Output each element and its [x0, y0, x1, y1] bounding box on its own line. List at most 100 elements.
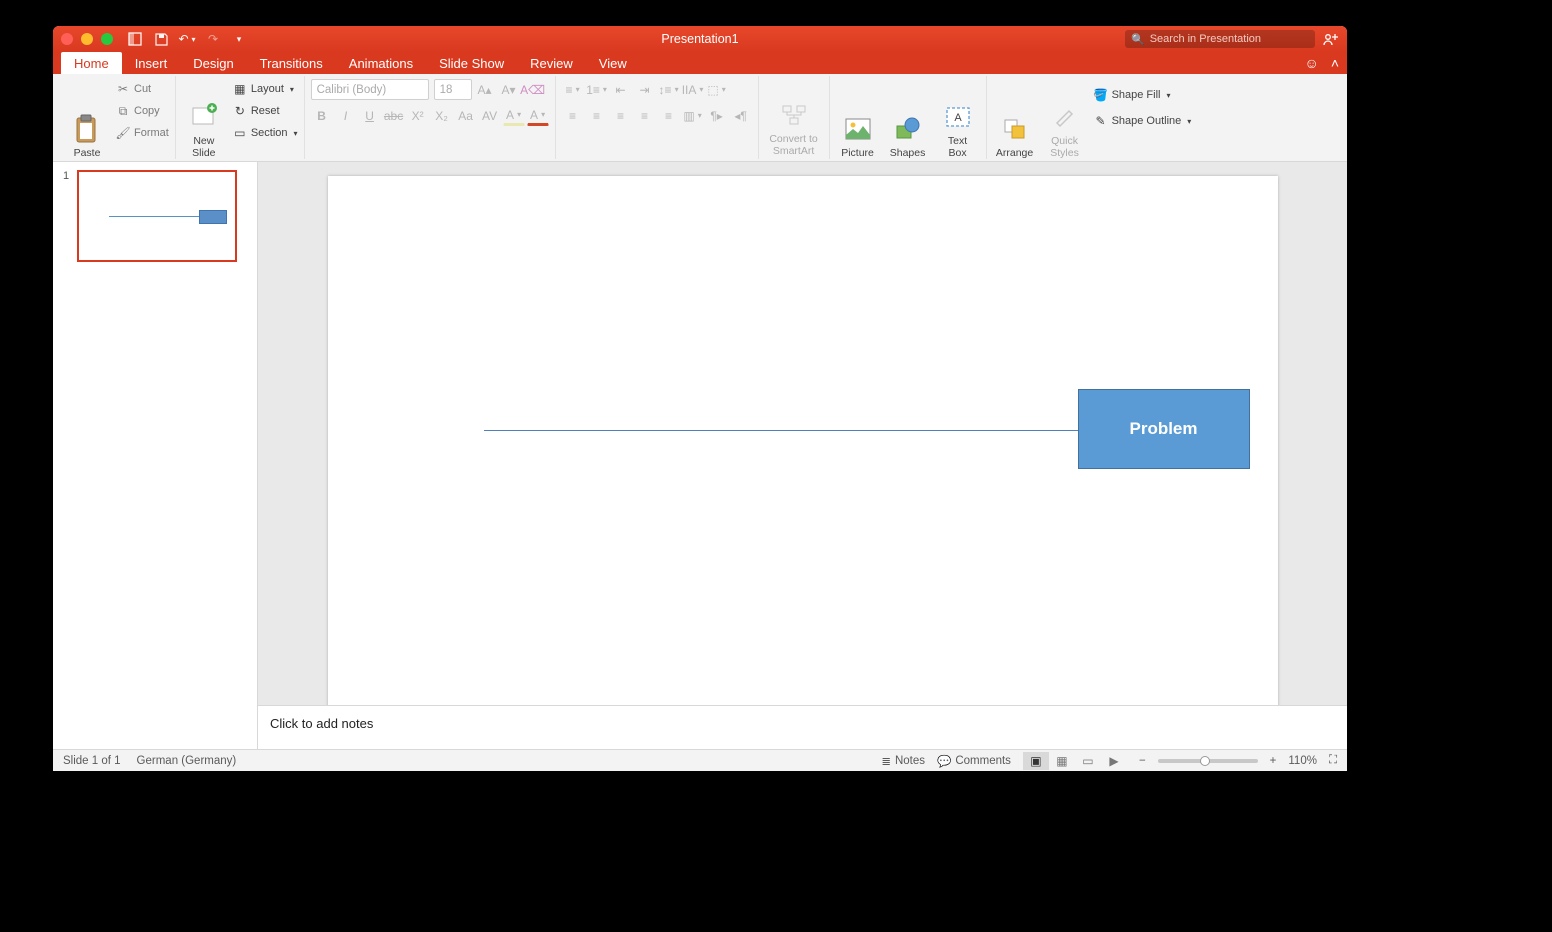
emoji-icon[interactable]: ☺: [1305, 55, 1319, 71]
shape-text: Problem: [1129, 419, 1197, 439]
align-center-icon[interactable]: ≡: [586, 105, 608, 126]
tab-transitions[interactable]: Transitions: [247, 52, 336, 74]
group-clipboard: Paste ✂Cut ⧉Copy 🖌Format: [59, 76, 176, 159]
ribbon: Paste ✂Cut ⧉Copy 🖌Format New Slide ▦Layo…: [53, 74, 1347, 162]
search-input[interactable]: 🔍 Search in Presentation: [1125, 30, 1315, 48]
new-slide-button[interactable]: New Slide: [182, 79, 226, 159]
comments-label: Comments: [955, 755, 1011, 767]
paste-button[interactable]: Paste: [65, 79, 109, 159]
thumbnail-number: 1: [63, 170, 71, 262]
subscript-icon[interactable]: X₂: [431, 105, 453, 126]
shapes-button[interactable]: Shapes: [886, 79, 930, 159]
highlight-icon[interactable]: A: [503, 105, 525, 126]
align-text-icon[interactable]: ⬚: [706, 79, 728, 100]
bold-icon[interactable]: B: [311, 105, 333, 126]
redo-icon[interactable]: ↷: [205, 31, 221, 47]
zoom-level[interactable]: 110%: [1288, 755, 1317, 767]
shape-fill-label: Shape Fill: [1112, 89, 1161, 101]
shape-fill-button[interactable]: 🪣Shape Fill: [1093, 85, 1192, 105]
strikethrough-icon[interactable]: abc: [383, 105, 405, 126]
tab-insert[interactable]: Insert: [122, 52, 181, 74]
font-name-picker[interactable]: Calibri (Body): [311, 79, 429, 100]
cut-label: Cut: [134, 83, 151, 95]
columns-icon[interactable]: ▥: [682, 105, 704, 126]
tab-home[interactable]: Home: [61, 52, 122, 74]
sorter-view-icon[interactable]: ▦: [1049, 752, 1075, 770]
thumbnail-preview[interactable]: [77, 170, 237, 262]
fit-to-window-icon[interactable]: ⛶: [1329, 754, 1337, 767]
qat-customize-icon[interactable]: ▾: [231, 31, 247, 47]
shape-outline-button[interactable]: ✎Shape Outline: [1093, 111, 1192, 131]
justify-icon[interactable]: ≡: [634, 105, 656, 126]
quick-styles-button[interactable]: Quick Styles: [1043, 79, 1087, 159]
reset-button[interactable]: ↻Reset: [232, 101, 298, 121]
save-icon[interactable]: [153, 31, 169, 47]
italic-icon[interactable]: I: [335, 105, 357, 126]
slide-thumbnails-panel[interactable]: 1: [53, 162, 258, 749]
change-case-icon[interactable]: Aa: [455, 105, 477, 126]
zoom-in-icon[interactable]: +: [1270, 755, 1277, 767]
view-mode-buttons: ▣ ▦ ▭ ▶: [1023, 752, 1127, 770]
font-color-icon[interactable]: A: [527, 105, 549, 126]
reading-view-icon[interactable]: ▭: [1075, 752, 1101, 770]
comments-icon: 💬: [937, 754, 951, 768]
format-painter-button[interactable]: 🖌Format: [115, 123, 169, 143]
layout-button[interactable]: ▦Layout: [232, 79, 298, 99]
numbering-icon[interactable]: 1≡: [586, 79, 608, 100]
char-spacing-icon[interactable]: AV: [479, 105, 501, 126]
maximize-window-button[interactable]: [101, 33, 113, 45]
distribute-icon[interactable]: ≡: [658, 105, 680, 126]
slide-canvas-area[interactable]: Problem: [258, 162, 1347, 705]
convert-smartart-button[interactable]: [772, 79, 830, 159]
language-indicator[interactable]: German (Germany): [137, 755, 237, 767]
collapse-ribbon-icon[interactable]: ˄: [1331, 55, 1339, 71]
picture-button[interactable]: Picture: [836, 79, 880, 159]
minimize-window-button[interactable]: [81, 33, 93, 45]
slide-counter[interactable]: Slide 1 of 1: [63, 755, 121, 767]
decrease-indent-icon[interactable]: ⇤: [610, 79, 632, 100]
increase-indent-icon[interactable]: ⇥: [634, 79, 656, 100]
slide-shape-problem[interactable]: Problem: [1078, 389, 1250, 469]
cut-button[interactable]: ✂Cut: [115, 79, 169, 99]
ltr-icon[interactable]: ¶▸: [706, 105, 728, 126]
copy-button[interactable]: ⧉Copy: [115, 101, 169, 121]
align-left-icon[interactable]: ≡: [562, 105, 584, 126]
tab-review[interactable]: Review: [517, 52, 586, 74]
share-icon[interactable]: [1323, 32, 1339, 46]
zoom-slider[interactable]: [1158, 759, 1258, 763]
text-box-button[interactable]: A Text Box: [936, 79, 980, 159]
close-window-button[interactable]: [61, 33, 73, 45]
slide-connector-line[interactable]: [484, 430, 1078, 431]
slide[interactable]: Problem: [328, 176, 1278, 705]
section-button[interactable]: ▭Section: [232, 123, 298, 143]
group-paragraph: ≡ 1≡ ⇤ ⇥ ↕≡ IIA ⬚ ≡ ≡ ≡ ≡ ≡ ▥ ¶▸ ◂¶: [556, 76, 759, 159]
decrease-font-icon[interactable]: A▾: [498, 79, 520, 100]
reset-label: Reset: [251, 105, 280, 117]
notes-pane[interactable]: Click to add notes: [258, 705, 1347, 749]
bullets-icon[interactable]: ≡: [562, 79, 584, 100]
tab-animations[interactable]: Animations: [336, 52, 426, 74]
superscript-icon[interactable]: X²: [407, 105, 429, 126]
tab-slide-show[interactable]: Slide Show: [426, 52, 517, 74]
font-size-picker[interactable]: 18: [434, 79, 472, 100]
rtl-icon[interactable]: ◂¶: [730, 105, 752, 126]
zoom-thumb[interactable]: [1200, 756, 1210, 766]
normal-view-icon[interactable]: ▣: [1023, 752, 1049, 770]
align-right-icon[interactable]: ≡: [610, 105, 632, 126]
file-menu-icon[interactable]: [127, 31, 143, 47]
group-font: Calibri (Body) 18 A▴ A▾ A⌫ B I U abc X² …: [305, 76, 556, 159]
increase-font-icon[interactable]: A▴: [474, 79, 496, 100]
thumbnail-1[interactable]: 1: [63, 170, 247, 262]
underline-icon[interactable]: U: [359, 105, 381, 126]
tab-design[interactable]: Design: [180, 52, 246, 74]
tab-view[interactable]: View: [586, 52, 640, 74]
line-spacing-icon[interactable]: ↕≡: [658, 79, 680, 100]
clear-formatting-icon[interactable]: A⌫: [522, 79, 544, 100]
zoom-out-icon[interactable]: −: [1139, 755, 1146, 767]
undo-icon[interactable]: ↶: [179, 31, 195, 47]
slideshow-view-icon[interactable]: ▶: [1101, 752, 1127, 770]
arrange-button[interactable]: Arrange: [993, 79, 1037, 159]
notes-toggle[interactable]: ≣Notes: [881, 754, 925, 768]
text-direction-icon[interactable]: IIA: [682, 79, 704, 100]
comments-toggle[interactable]: 💬 Comments: [937, 754, 1011, 768]
